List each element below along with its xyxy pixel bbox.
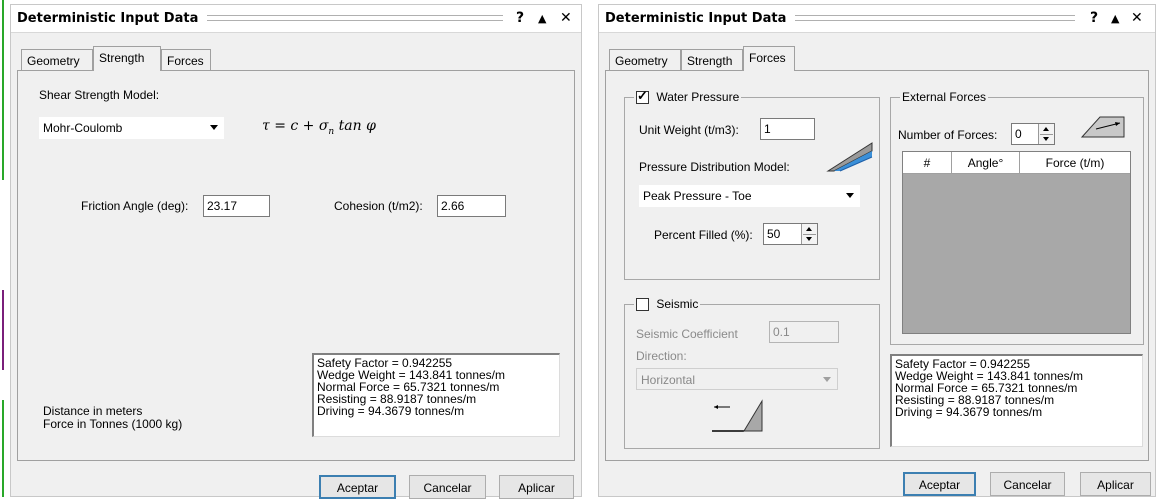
percent-filled-value: 50 <box>767 227 781 241</box>
number-of-forces-stepper[interactable]: 0 <box>1011 123 1055 145</box>
forces-tab-panel: ✓ Water Pressure Unit Weight (t/m3): 1 P… <box>605 70 1149 461</box>
shear-strength-model-select[interactable]: Mohr-Coulomb <box>39 117 224 139</box>
cohesion-field[interactable]: 2.66 <box>437 195 506 217</box>
formula-tau: τ <box>262 118 270 134</box>
seismic-direction-icon <box>712 399 763 432</box>
dialog-title: Deterministic Input Data <box>17 11 199 26</box>
number-of-forces-value: 0 <box>1015 127 1022 141</box>
units-force-note: Force in Tonnes (1000 kg) <box>43 417 183 431</box>
accept-button[interactable]: Aceptar <box>903 472 976 496</box>
minimize-icon[interactable]: ▲ <box>1111 12 1119 25</box>
unit-weight-label: Unit Weight (t/m3): <box>639 123 739 137</box>
spin-up-icon <box>806 227 812 231</box>
cohesion-label: Cohesion (t/m2): <box>334 199 423 213</box>
spin-down-icon <box>1043 137 1049 141</box>
column-header-index[interactable]: # <box>903 152 952 174</box>
formula-eq: = c + σ <box>269 118 329 134</box>
tab-forces[interactable]: Forces <box>743 46 795 71</box>
water-pressure-label: Water Pressure <box>656 90 740 104</box>
shear-strength-model-label: Shear Strength Model: <box>39 88 160 102</box>
help-button[interactable]: ? <box>516 10 524 26</box>
chevron-down-icon <box>823 377 831 382</box>
external-force-icon <box>1080 116 1125 138</box>
chevron-down-icon <box>210 125 218 130</box>
spin-up-icon <box>1043 127 1049 131</box>
result-driving: Driving = 94.3679 tonnes/m <box>895 405 1043 419</box>
tab-geometry[interactable]: Geometry <box>21 49 93 71</box>
right-title-bar[interactable]: Deterministic Input Data ? ▲ ✕ <box>599 5 1155 33</box>
minimize-icon[interactable]: ▲ <box>538 12 546 25</box>
water-pressure-header: ✓ Water Pressure <box>634 88 742 105</box>
cancel-button[interactable]: Cancelar <box>409 475 486 499</box>
tab-strength[interactable]: Strength <box>93 46 161 71</box>
dialog-title: Deterministic Input Data <box>605 11 787 26</box>
accept-button[interactable]: Aceptar <box>319 475 396 499</box>
direction-value: Horizontal <box>641 373 696 387</box>
seismic-coefficient-label: Seismic Coefficient <box>636 327 738 341</box>
apply-button[interactable]: Aplicar <box>1080 472 1151 496</box>
seismic-checkbox[interactable] <box>636 298 649 312</box>
left-title-bar[interactable]: Deterministic Input Data ? ▲ ✕ <box>11 5 581 33</box>
spin-buttons[interactable] <box>801 224 817 244</box>
pressure-distribution-select[interactable]: Peak Pressure - Toe <box>639 185 860 207</box>
results-summary: Safety Factor = 0.942255 Wedge Weight = … <box>890 354 1143 447</box>
results-summary: Safety Factor = 0.942255 Wedge Weight = … <box>312 353 560 437</box>
strength-tab-panel: Shear Strength Model: Mohr-Coulomb τ = c… <box>17 70 575 461</box>
spin-divider <box>803 234 816 235</box>
mohr-coulomb-formula: τ = c + σn tan φ <box>262 118 376 137</box>
seismic-label: Seismic <box>656 297 699 311</box>
formula-rest: tan φ <box>334 118 376 134</box>
friction-angle-label: Friction Angle (deg): <box>81 199 189 213</box>
pressure-distribution-icon <box>826 142 873 172</box>
percent-filled-label: Percent Filled (%): <box>654 228 753 242</box>
cancel-button[interactable]: Cancelar <box>990 472 1065 496</box>
external-forces-label: External Forces <box>900 90 989 104</box>
direction-select[interactable]: Horizontal <box>636 368 838 390</box>
pressure-distribution-value: Peak Pressure - Toe <box>643 189 752 203</box>
title-grip <box>795 15 1075 21</box>
pressure-distribution-label: Pressure Distribution Model: <box>639 160 790 174</box>
screen-edge-accent-purple <box>2 290 4 370</box>
spin-buttons[interactable] <box>1038 124 1054 144</box>
left-dialog: Deterministic Input Data ? ▲ ✕ Geometry … <box>10 4 582 499</box>
column-header-angle[interactable]: Angle° <box>952 152 1020 174</box>
friction-angle-field[interactable]: 23.17 <box>203 195 270 217</box>
water-pressure-checkbox[interactable]: ✓ <box>636 88 649 105</box>
spin-divider <box>1040 134 1053 135</box>
tab-forces[interactable]: Forces <box>161 49 211 71</box>
shear-strength-model-value: Mohr-Coulomb <box>43 121 123 135</box>
apply-button[interactable]: Aplicar <box>499 475 574 499</box>
number-of-forces-label: Number of Forces: <box>898 128 998 142</box>
result-driving: Driving = 94.3679 tonnes/m <box>317 404 465 418</box>
spin-down-icon <box>806 237 812 241</box>
tab-strength[interactable]: Strength <box>681 49 743 71</box>
screen-edge-accent-green-bottom <box>2 400 4 497</box>
column-header-force[interactable]: Force (t/m) <box>1020 152 1130 174</box>
units-distance-note: Distance in meters <box>43 404 143 418</box>
check-icon: ✓ <box>637 88 648 104</box>
close-button[interactable]: ✕ <box>1131 10 1143 26</box>
help-button[interactable]: ? <box>1090 10 1098 26</box>
chevron-down-icon <box>846 193 854 198</box>
tab-geometry[interactable]: Geometry <box>609 49 681 71</box>
right-dialog: Deterministic Input Data ? ▲ ✕ Geometry … <box>598 4 1156 497</box>
screen-edge-accent-green <box>2 0 4 180</box>
percent-filled-stepper[interactable]: 50 <box>763 223 818 245</box>
seismic-header: Seismic <box>634 297 701 312</box>
unit-weight-field[interactable]: 1 <box>760 118 815 140</box>
external-forces-table[interactable]: # Angle° Force (t/m) <box>902 151 1131 334</box>
seismic-coefficient-field[interactable]: 0.1 <box>769 321 839 343</box>
direction-label: Direction: <box>636 349 687 363</box>
title-grip <box>207 15 503 21</box>
close-button[interactable]: ✕ <box>560 10 572 26</box>
